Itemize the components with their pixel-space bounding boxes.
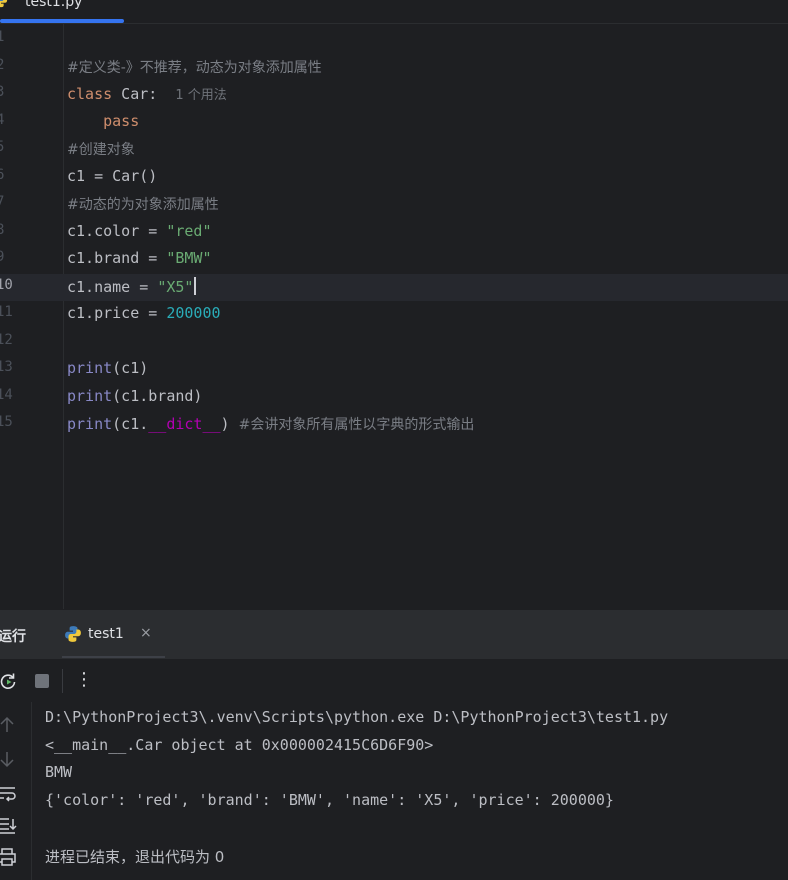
code-text: c1.brand = (67, 249, 167, 267)
line-number: 14 (0, 386, 13, 403)
usage-hint[interactable]: 1 个用法 (175, 88, 226, 103)
code-text: ) (220, 415, 239, 433)
code-editor[interactable]: 1 2 #定义类-》不推荐，动态为对象添加属性 3 class Car: 1 个… (0, 24, 788, 609)
code-text: (c1. (112, 415, 149, 433)
line-number: 7 (0, 194, 5, 210)
code-line-13[interactable]: 13 print(c1) (0, 356, 788, 384)
code-line-1[interactable]: 1 (0, 26, 788, 54)
line-number: 10 (0, 276, 13, 293)
code-comment: #定义类-》不推荐，动态为对象添加属性 (67, 59, 322, 76)
console-line: BMW (45, 763, 73, 781)
line-number: 1 (0, 29, 5, 45)
editor-tab-bar: test1.py (0, 0, 788, 24)
code-comment: #创建对象 (67, 142, 135, 158)
code-line-15[interactable]: 15 print(c1.__dict__) #会讲对象所有属性以字典的形式输出 (0, 411, 788, 439)
editor-tab-test1[interactable]: test1.py (0, 0, 124, 24)
code-comment: #动态的为对象添加属性 (67, 197, 219, 213)
code-line-10-current[interactable]: 10 c1.name = "X5" (0, 273, 788, 301)
arrow-down-icon[interactable] (0, 748, 18, 770)
code-text: (c1.brand) (112, 386, 203, 405)
code-dunder: __dict__ (148, 415, 221, 433)
line-number: 15 (0, 414, 13, 430)
console-line: {'color': 'red', 'brand': 'BMW', 'name':… (45, 791, 614, 809)
line-number: 8 (0, 221, 5, 238)
console-line-exit: 进程已结束，退出代码为 0 (45, 848, 225, 866)
editor-tab-label: test1.py (25, 0, 83, 10)
soft-wrap-icon[interactable] (0, 782, 18, 804)
code-text: c1.price = (67, 304, 167, 322)
code-keyword: pass (103, 111, 140, 130)
print-icon[interactable] (0, 846, 18, 868)
text-caret (194, 276, 197, 295)
code-comment: #会讲对象所有属性以字典的形式输出 (238, 417, 475, 433)
line-number: 2 (0, 56, 5, 73)
code-builtin: print (67, 415, 113, 433)
code-text: c1 = Car() (67, 166, 158, 185)
run-tab-test1[interactable]: test1 × (62, 620, 165, 659)
line-number: 11 (0, 304, 13, 320)
console-output[interactable]: D:\PythonProject3\.venv\Scripts\python.e… (32, 702, 788, 880)
code-line-12[interactable]: 12 (0, 329, 788, 357)
code-string: "BMW" (166, 249, 212, 267)
toolbar-separator (62, 669, 63, 693)
code-string: "X5" (157, 277, 194, 296)
code-builtin: print (67, 386, 113, 405)
code-text: Car: (112, 85, 158, 103)
line-number: 6 (0, 166, 5, 183)
line-number: 9 (0, 249, 5, 265)
code-line-7[interactable]: 7 #动态的为对象添加属性 (0, 191, 788, 219)
python-file-icon (0, 0, 8, 8)
code-line-11[interactable]: 11 c1.price = 200000 (0, 301, 788, 329)
code-text: (c1) (112, 359, 149, 377)
line-number: 5 (0, 139, 5, 155)
code-number: 200000 (166, 304, 221, 322)
code-line-3[interactable]: 3 class Car: 1 个用法 (0, 81, 788, 109)
run-panel-title: 运行 (0, 629, 26, 645)
console-line: <__main__.Car object at 0x000002415C6D6F… (45, 736, 434, 754)
code-keyword: class (67, 85, 113, 103)
line-number: 4 (0, 111, 5, 128)
code-line-2[interactable]: 2 #定义类-》不推荐，动态为对象添加属性 (0, 54, 788, 82)
code-text: c1.name = (67, 277, 158, 296)
scroll-to-end-icon[interactable] (0, 814, 18, 836)
line-number: 3 (0, 84, 5, 100)
run-tool-window-header: 运行 test1 × (0, 609, 788, 659)
run-side-toolbar (0, 702, 32, 880)
code-builtin: print (67, 359, 113, 377)
code-text: c1.color = (67, 221, 167, 240)
stop-icon[interactable] (32, 671, 52, 691)
code-line-8[interactable]: 8 c1.color = "red" (0, 219, 788, 247)
code-line-4[interactable]: 4 pass (0, 109, 788, 137)
run-toolbar: ⋮ (0, 658, 788, 702)
code-line-6[interactable]: 6 c1 = Car() (0, 164, 788, 192)
code-line-9[interactable]: 9 c1.brand = "BMW" (0, 246, 788, 274)
run-tab-label: test1 (88, 626, 124, 642)
console-line-command: D:\PythonProject3\.venv\Scripts\python.e… (45, 708, 669, 726)
more-options-icon[interactable]: ⋮ (75, 669, 93, 690)
ide-window: test1.py 1 2 #定义类-》不推荐，动态为对象添加属性 3 class… (0, 0, 788, 880)
line-number: 13 (0, 359, 13, 375)
close-icon[interactable]: × (140, 625, 152, 641)
line-number: 12 (0, 331, 13, 348)
python-file-icon (65, 626, 81, 642)
arrow-up-icon[interactable] (0, 714, 18, 736)
code-line-14[interactable]: 14 print(c1.brand) (0, 384, 788, 412)
code-string: "red" (166, 221, 212, 240)
active-tab-indicator (0, 19, 124, 23)
rerun-icon[interactable] (0, 671, 18, 691)
code-line-5[interactable]: 5 #创建对象 (0, 136, 788, 164)
